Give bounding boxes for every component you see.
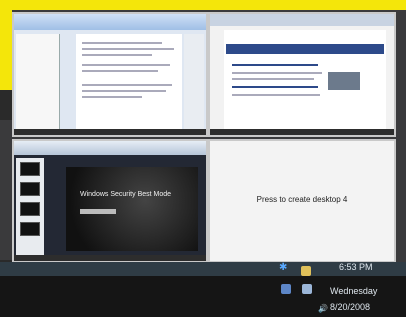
pane-caption — [14, 255, 206, 261]
left-edge — [0, 120, 12, 260]
doc-line — [82, 70, 158, 72]
volume-icon[interactable]: 🔊 — [318, 304, 328, 313]
clock-date[interactable]: 8/20/2008 — [330, 302, 370, 312]
doc-line — [82, 84, 172, 86]
web-line — [232, 78, 314, 80]
desktop-2-preview[interactable] — [208, 12, 396, 137]
desktop-4-create[interactable]: Press to create desktop 4 — [208, 139, 396, 263]
web-line — [232, 72, 322, 74]
ppt-thumbnails — [16, 158, 44, 256]
doc-line — [82, 90, 166, 92]
word-document — [76, 34, 182, 131]
slide-thumb — [20, 162, 40, 176]
web-heading — [232, 86, 318, 88]
desktop-1-preview[interactable] — [12, 12, 208, 137]
web-image — [328, 72, 360, 90]
clock-time[interactable]: 6:53 PM — [339, 262, 373, 272]
slide-title: Windows Security Best Mode — [80, 191, 172, 198]
word-ribbon — [14, 14, 206, 30]
web-heading — [232, 64, 318, 66]
ppt-ribbon — [14, 141, 206, 155]
slide-subtitle — [80, 209, 116, 214]
clock-day[interactable]: Wednesday — [330, 286, 377, 296]
browser-toolbar — [210, 14, 394, 26]
doc-line — [82, 64, 170, 66]
slide-thumb — [20, 182, 40, 196]
word-thumbnails — [184, 34, 204, 129]
pane-caption — [14, 129, 206, 135]
doc-line — [82, 42, 162, 44]
ppt-slide: Windows Security Best Mode — [66, 167, 198, 251]
pane-caption — [210, 129, 394, 135]
power-icon[interactable] — [301, 266, 311, 276]
word-nav-pane — [16, 34, 60, 129]
doc-line — [82, 48, 174, 50]
slide-thumb — [20, 222, 40, 236]
doc-line — [82, 96, 142, 98]
doc-line — [82, 54, 152, 56]
display-icon[interactable] — [302, 284, 312, 294]
web-line — [232, 94, 320, 96]
bluetooth-icon[interactable]: ✱ — [279, 262, 287, 273]
desktop-3-preview[interactable]: Windows Security Best Mode — [12, 139, 208, 263]
slide-thumb — [20, 202, 40, 216]
network-icon[interactable] — [281, 284, 291, 294]
create-desktop-label: Press to create desktop 4 — [256, 195, 348, 204]
web-banner — [226, 44, 384, 54]
